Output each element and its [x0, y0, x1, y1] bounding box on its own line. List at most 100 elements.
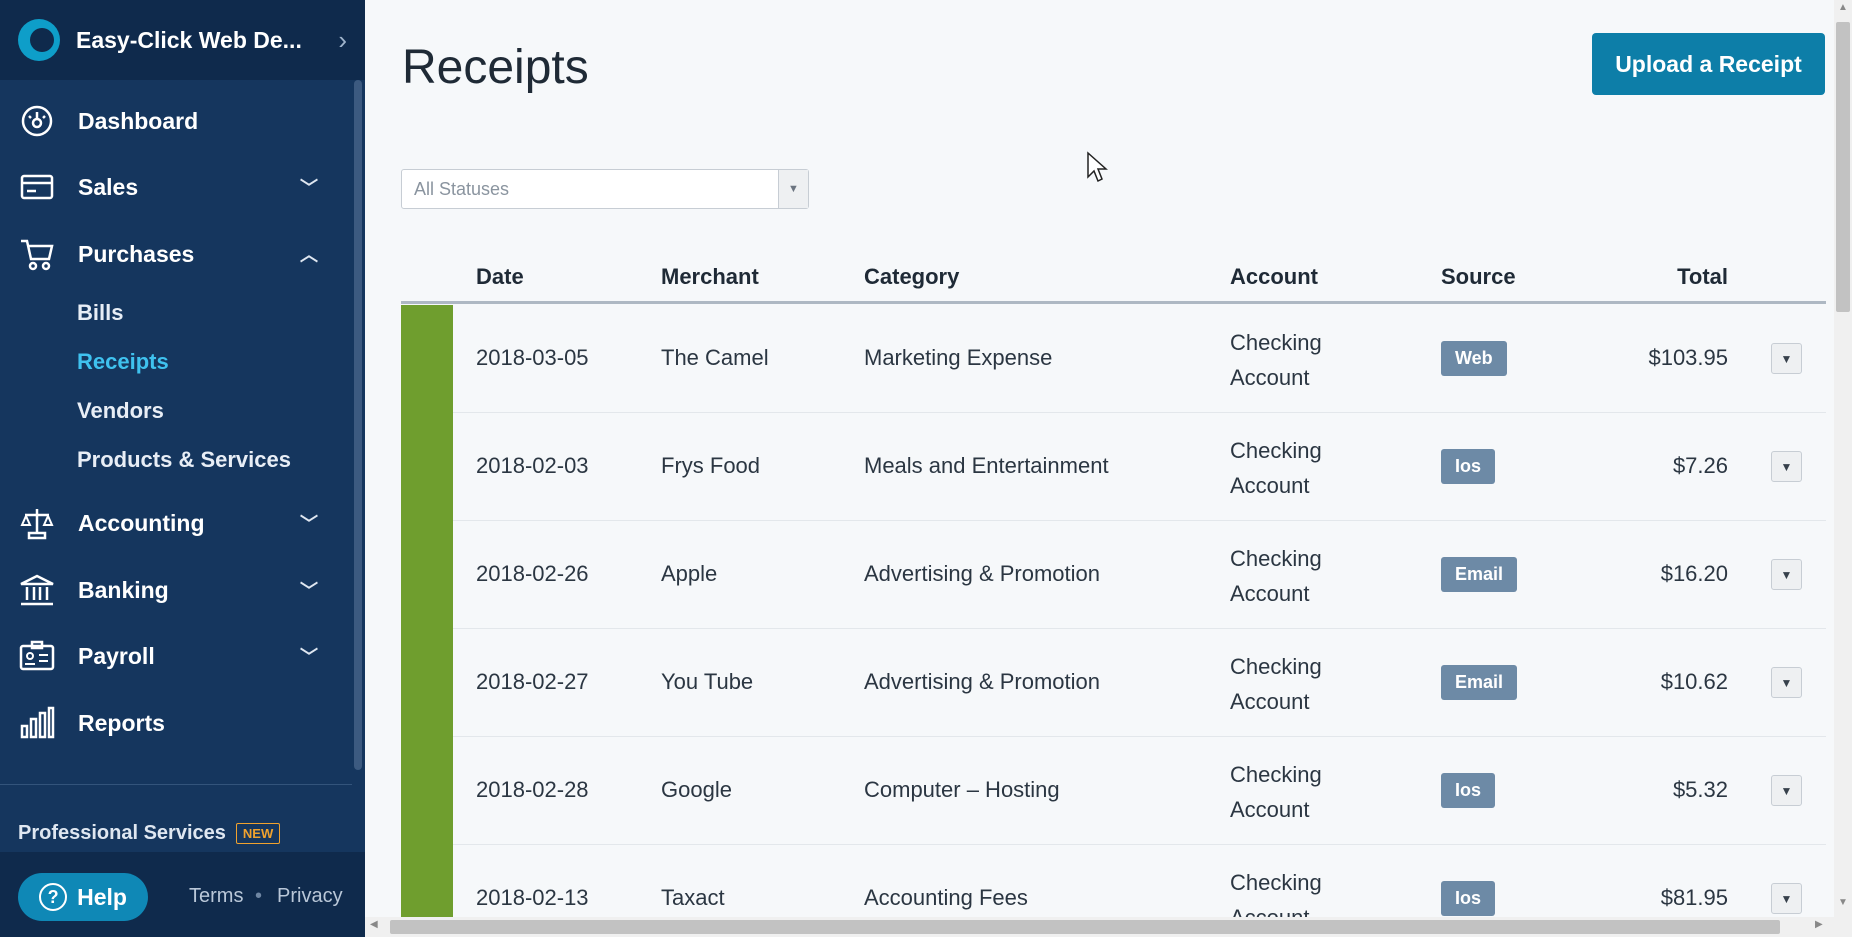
- caret-down-icon: ▼: [778, 170, 808, 208]
- account-line: Account: [1230, 473, 1310, 498]
- nav-banking[interactable]: Banking ﹀: [0, 561, 350, 619]
- cell-date: 2018-02-03: [476, 453, 589, 478]
- chevron-down-icon: ﹀: [300, 178, 318, 198]
- col-source[interactable]: Source: [1441, 264, 1516, 290]
- cell-date: 2018-02-27: [476, 669, 589, 694]
- sidebar-item-vendors[interactable]: Vendors: [77, 398, 164, 424]
- nav-reports[interactable]: Reports: [0, 694, 350, 752]
- dashboard-icon: [18, 102, 56, 140]
- account-line: Account: [1230, 689, 1310, 714]
- source-badge: Web: [1441, 341, 1507, 376]
- row-actions-dropdown[interactable]: ▼: [1771, 883, 1802, 914]
- table-row[interactable]: 2018-02-28 Google Computer – Hosting Che…: [401, 737, 1826, 845]
- nav-purchases-label: Purchases: [78, 240, 195, 267]
- status-indicator: [401, 305, 453, 413]
- sidebar-item-bills[interactable]: Bills: [77, 300, 123, 326]
- account-line: Checking: [1230, 654, 1322, 679]
- help-button[interactable]: ? Help: [18, 873, 148, 921]
- chevron-up-icon: ︿: [300, 245, 318, 265]
- footer-separator: •: [255, 885, 263, 907]
- table-row[interactable]: 2018-02-13 Taxact Accounting Fees Checki…: [401, 845, 1826, 917]
- professional-services-label: Professional Services: [18, 822, 226, 844]
- account-line: Account: [1230, 365, 1310, 390]
- account-line: Account: [1230, 905, 1310, 917]
- cell-merchant: You Tube: [661, 669, 754, 694]
- cell-account: Checking Account: [1230, 757, 1360, 827]
- nav-purchases[interactable]: Purchases ︿: [0, 225, 350, 283]
- status-filter-select[interactable]: All Statuses ▼: [401, 169, 809, 209]
- row-actions-dropdown[interactable]: ▼: [1771, 775, 1802, 806]
- cell-merchant: Frys Food: [661, 453, 761, 478]
- row-actions-dropdown[interactable]: ▼: [1771, 559, 1802, 590]
- terms-link[interactable]: Terms: [189, 885, 243, 908]
- sidebar-item-receipts[interactable]: Receipts: [77, 349, 169, 375]
- status-indicator: [401, 737, 453, 845]
- chevron-down-icon: ﹀: [300, 647, 318, 667]
- table-row[interactable]: 2018-03-05 The Camel Marketing Expense C…: [401, 305, 1826, 413]
- chevron-right-icon: ›: [338, 24, 347, 55]
- cell-date: 2018-02-28: [476, 777, 589, 802]
- status-filter-value: All Statuses: [414, 178, 510, 199]
- privacy-link[interactable]: Privacy: [277, 885, 343, 908]
- sidebar-scrollbar[interactable]: [354, 80, 362, 770]
- scroll-left-icon[interactable]: ◀: [370, 919, 378, 930]
- cell-account: Checking Account: [1230, 325, 1360, 395]
- table-row[interactable]: 2018-02-27 You Tube Advertising & Promot…: [401, 629, 1826, 737]
- status-indicator: [401, 845, 453, 917]
- cell-account: Checking Account: [1230, 541, 1360, 611]
- nav-reports-label: Reports: [78, 709, 165, 736]
- col-total[interactable]: Total: [1677, 264, 1728, 290]
- sidebar-item-products-services[interactable]: Products & Services: [77, 447, 291, 473]
- cell-date: 2018-02-26: [476, 561, 589, 586]
- scroll-right-icon[interactable]: ▶: [1815, 919, 1823, 930]
- upload-receipt-button[interactable]: Upload a Receipt: [1592, 33, 1825, 95]
- company-switcher[interactable]: Easy-Click Web De... ›: [0, 0, 365, 80]
- nav-accounting[interactable]: Accounting ﹀: [0, 494, 350, 552]
- account-line: Checking: [1230, 762, 1322, 787]
- row-actions-dropdown[interactable]: ▼: [1771, 667, 1802, 698]
- account-line: Checking: [1230, 330, 1322, 355]
- nav-payroll-label: Payroll: [78, 642, 155, 669]
- row-actions-dropdown[interactable]: ▼: [1771, 343, 1802, 374]
- table-row[interactable]: 2018-02-26 Apple Advertising & Promotion…: [401, 521, 1826, 629]
- col-account[interactable]: Account: [1230, 264, 1318, 290]
- company-name: Easy-Click Web De...: [76, 26, 302, 53]
- professional-services-link[interactable]: Professional Services NEW: [18, 822, 281, 845]
- new-badge: NEW: [235, 823, 281, 844]
- page-title: Receipts: [402, 41, 589, 94]
- source-badge: Email: [1441, 557, 1518, 592]
- cell-category: Marketing Expense: [864, 345, 1053, 370]
- account-line: Account: [1230, 581, 1310, 606]
- chevron-down-icon: ﹀: [300, 514, 318, 534]
- mouse-cursor-icon: [1087, 151, 1108, 183]
- nav-payroll[interactable]: Payroll ﹀: [0, 627, 350, 685]
- scroll-up-icon[interactable]: ▲: [1834, 2, 1852, 13]
- payroll-icon: [18, 637, 56, 675]
- account-line: Account: [1230, 797, 1310, 822]
- status-indicator: [401, 629, 453, 737]
- cell-merchant: Google: [661, 777, 732, 802]
- nav-dashboard[interactable]: Dashboard: [0, 92, 350, 150]
- app-logo: [18, 19, 60, 61]
- cart-icon: [18, 235, 56, 273]
- vertical-scroll-thumb[interactable]: [1836, 22, 1850, 312]
- cell-account: Checking Account: [1230, 649, 1360, 719]
- cell-total: $7.26: [1672, 453, 1728, 478]
- cell-total: $81.95: [1660, 885, 1728, 910]
- horizontal-scroll-thumb[interactable]: [390, 920, 1780, 934]
- nav-dashboard-label: Dashboard: [78, 107, 199, 134]
- table-row[interactable]: 2018-02-03 Frys Food Meals and Entertain…: [401, 413, 1826, 521]
- row-actions-dropdown[interactable]: ▼: [1771, 451, 1802, 482]
- col-date[interactable]: Date: [476, 264, 524, 290]
- source-badge: Ios: [1441, 773, 1496, 808]
- source-badge: Ios: [1441, 881, 1496, 916]
- cell-merchant: The Camel: [661, 345, 769, 370]
- help-label: Help: [77, 883, 127, 910]
- scroll-down-icon[interactable]: ▼: [1834, 897, 1852, 908]
- col-merchant[interactable]: Merchant: [661, 264, 759, 290]
- cell-account: Checking Account: [1230, 433, 1360, 503]
- nav-sales[interactable]: Sales ﹀: [0, 158, 350, 216]
- col-category[interactable]: Category: [864, 264, 959, 290]
- cell-merchant: Apple: [661, 561, 718, 586]
- source-badge: Email: [1441, 665, 1518, 700]
